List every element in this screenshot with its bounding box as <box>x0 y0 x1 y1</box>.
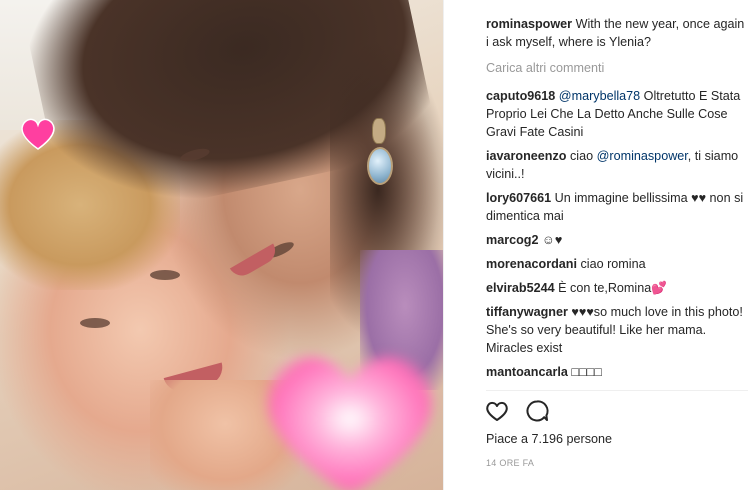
comment-username[interactable]: lory607661 <box>486 191 551 205</box>
actions-divider <box>486 390 748 391</box>
comment-username[interactable]: morenacordani <box>486 257 577 271</box>
comments-panel: rominaspower With the new year, once aga… <box>444 0 753 490</box>
heart-outline-icon[interactable] <box>484 398 510 424</box>
post-photo[interactable] <box>0 0 443 490</box>
comment-item: marcog2 ☺♥ <box>486 231 748 249</box>
comment-item: tiffanywagner ♥♥♥so much love in this ph… <box>486 303 748 357</box>
comment-mention[interactable]: @marybella78 <box>559 89 640 103</box>
comment-mention[interactable]: @rominaspower <box>597 149 688 163</box>
comment-item: elvirab5244 È con te,Romina💕 <box>486 279 748 297</box>
comment-username[interactable]: tiffanywagner <box>486 305 568 319</box>
post-timestamp[interactable]: 14 ORE FA <box>486 458 534 468</box>
caption-username[interactable]: rominaspower <box>486 17 572 31</box>
comment-text: ☺♥ <box>538 233 563 247</box>
comment-text: ciao romina <box>576 257 646 271</box>
comment-username[interactable]: elvirab5244 <box>486 281 555 295</box>
speech-bubble-icon[interactable] <box>524 398 550 424</box>
comment-text: È con te,Romina💕 <box>554 281 667 295</box>
comments-list: rominaspower With the new year, once aga… <box>486 15 748 387</box>
comment-text: ciao <box>566 149 597 163</box>
likes-count[interactable]: Piace a 7.196 persone <box>486 432 612 446</box>
comment-item: morenacordani ciao romina <box>486 255 748 273</box>
comment-username[interactable]: caputo9618 <box>486 89 555 103</box>
comment-text: □□□□ <box>567 365 602 379</box>
comment-username[interactable]: mantoancarla <box>486 365 568 379</box>
photo-earring-stone <box>367 147 393 185</box>
post-caption: rominaspower With the new year, once aga… <box>486 15 748 51</box>
photo-earring-clasp <box>372 118 386 144</box>
comment-item: caputo9618 @marybella78 Oltretutto E Sta… <box>486 87 748 141</box>
pink-heart-blurred-icon <box>267 356 433 490</box>
comment-item: iavaroneenzo ciao @rominaspower, ti siam… <box>486 147 748 183</box>
comment-item: lory607661 Un immagine bellissima ♥♥ non… <box>486 189 748 225</box>
photo-eye <box>150 270 180 280</box>
post-actions <box>484 398 550 424</box>
comment-username[interactable]: iavaroneenzo <box>486 149 567 163</box>
pink-heart-icon <box>21 118 55 150</box>
load-more-comments-link[interactable]: Carica altri commenti <box>486 59 748 77</box>
comment-username[interactable]: marcog2 <box>486 233 539 247</box>
photo-eye <box>80 318 110 328</box>
comment-item: mantoancarla □□□□ <box>486 363 748 381</box>
photo-mouth <box>229 243 281 281</box>
